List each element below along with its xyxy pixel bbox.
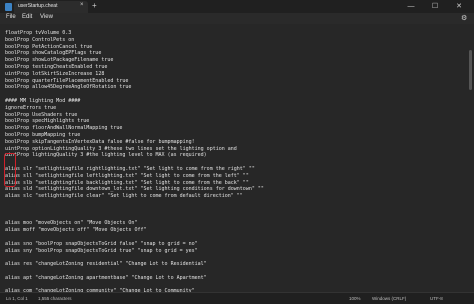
maximize-button[interactable]: ☐: [424, 1, 446, 12]
code-line: uintProp lightingQuality 3 #the lighting…: [5, 152, 207, 159]
code-line: alias res "changeLotZoning residential" …: [5, 261, 207, 268]
encoding[interactable]: UTF-8: [430, 296, 443, 301]
code-line: alias moff "moveObjects off" "Move Objec…: [5, 227, 147, 234]
code-line: boolProp allow45DegreeAngleOfRotation tr…: [5, 84, 132, 91]
notepad-app-icon: [5, 3, 12, 11]
red-annotation-box: [4, 153, 16, 187]
line-ending[interactable]: Windows (CRLF): [372, 296, 406, 301]
menu-view[interactable]: View: [40, 14, 53, 20]
tab-userstartup[interactable]: userStartup.cheat ×: [14, 1, 88, 13]
minimize-button[interactable]: —: [400, 1, 422, 12]
tab-close-icon[interactable]: ×: [80, 2, 84, 8]
menu-file[interactable]: File: [6, 14, 16, 20]
menu-edit[interactable]: Edit: [22, 14, 32, 20]
tab-label: userStartup.cheat: [18, 3, 58, 9]
close-button[interactable]: ✕: [448, 1, 470, 12]
zoom-level[interactable]: 100%: [349, 296, 361, 301]
menu-bar: File Edit View ⚙: [0, 13, 474, 24]
character-count: 1,555 characters: [38, 296, 72, 301]
text-editor[interactable]: floatProp tvVolume 0.3 boolProp ControlPe…: [0, 24, 474, 294]
code-line: alias apt "changeLotZoning apartmentbase…: [5, 274, 207, 281]
cursor-position: Ln 1, Col 1: [6, 296, 28, 301]
gear-icon[interactable]: ⚙: [461, 14, 467, 22]
vertical-scrollbar[interactable]: [469, 50, 472, 90]
code-line: alias sny "boolProp snapObjectsToGrid tr…: [5, 247, 198, 254]
code-line: alias slc "setlightingfile clear" "Set l…: [5, 193, 243, 200]
new-tab-icon[interactable]: +: [92, 1, 97, 10]
title-bar: userStartup.cheat × + — ☐ ✕: [0, 0, 474, 13]
status-bar: Ln 1, Col 1 1,555 characters 100% Window…: [0, 292, 474, 304]
